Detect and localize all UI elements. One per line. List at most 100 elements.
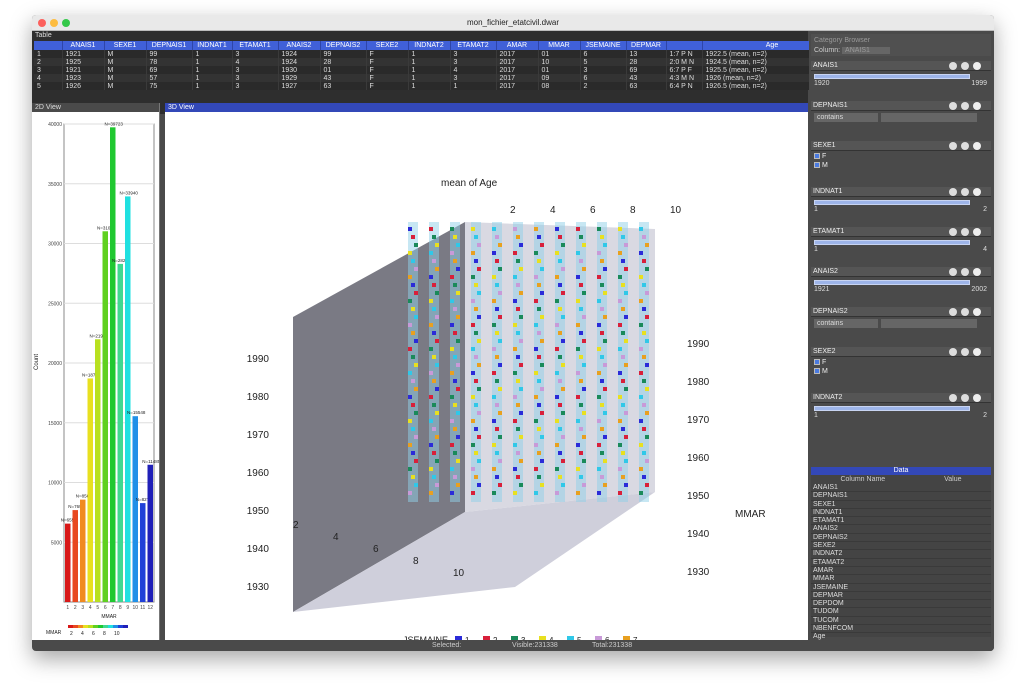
row-index-header[interactable] xyxy=(34,41,63,50)
table-header-depmar[interactable]: DEPMAR xyxy=(626,41,667,50)
table-header-anais1[interactable]: ANAIS1 xyxy=(62,41,105,50)
filter-option[interactable]: M xyxy=(814,162,828,169)
data-row[interactable]: DEPMAR xyxy=(811,592,991,601)
bar[interactable] xyxy=(125,196,131,602)
data-row[interactable]: SEXE1 xyxy=(811,501,991,509)
table-header-blank[interactable] xyxy=(666,41,703,50)
table-header-jsemaine[interactable]: JSEMAINE xyxy=(580,41,627,50)
filter-text-input[interactable] xyxy=(881,113,977,122)
bar[interactable] xyxy=(65,523,71,602)
data-row[interactable]: TUDOM xyxy=(811,608,991,617)
zoom-window-button[interactable] xyxy=(62,19,70,27)
close-icon[interactable] xyxy=(973,394,981,402)
disable-icon[interactable] xyxy=(961,308,969,316)
bar[interactable] xyxy=(80,499,86,602)
close-icon[interactable] xyxy=(973,102,981,110)
table-row[interactable]: 5 1926 M 75 1 3 1927 63 F 1 1 2017 08 2 63 6:4 P N 1926.… xyxy=(34,82,843,90)
table-header-depnais1[interactable]: DEPNAIS1 xyxy=(146,41,193,50)
bar[interactable] xyxy=(140,503,146,602)
data-row[interactable]: TUCOM xyxy=(811,617,991,626)
match-mode-select[interactable]: contains xyxy=(814,319,878,328)
disable-icon[interactable] xyxy=(961,268,969,276)
data-row[interactable]: ANAIS2 xyxy=(811,525,991,534)
disable-icon[interactable] xyxy=(961,348,969,356)
invert-icon[interactable] xyxy=(949,188,957,196)
disable-icon[interactable] xyxy=(961,394,969,402)
close-icon[interactable] xyxy=(973,62,981,70)
disable-icon[interactable] xyxy=(961,228,969,236)
data-row[interactable]: DEPNAIS1 xyxy=(811,492,991,501)
close-icon[interactable] xyxy=(973,268,981,276)
data-row[interactable]: SEXE2 xyxy=(811,542,991,551)
table-header-sexe1[interactable]: SEXE1 xyxy=(104,41,147,50)
bar[interactable] xyxy=(117,263,124,602)
checkbox[interactable] xyxy=(814,153,820,160)
data-row[interactable]: MMAR xyxy=(811,575,991,584)
bar[interactable] xyxy=(110,127,116,602)
point-column[interactable] xyxy=(639,222,649,502)
data-row[interactable]: AMAR xyxy=(811,567,991,576)
column-select[interactable]: ANAIS1 xyxy=(842,47,890,54)
table-row[interactable]: 2 1925 M 78 1 4 1924 28 F 1 3 2017 10 5 28 2:0 M N 1924.… xyxy=(34,58,843,66)
invert-icon[interactable] xyxy=(949,62,957,70)
point-column[interactable] xyxy=(492,222,502,502)
data-row[interactable]: ETAMAT1 xyxy=(811,517,991,526)
point-column[interactable] xyxy=(513,222,523,502)
disable-icon[interactable] xyxy=(961,188,969,196)
checkbox[interactable] xyxy=(814,368,820,375)
data-row[interactable]: DEPDOM xyxy=(811,600,991,609)
range-slider[interactable] xyxy=(814,74,970,79)
point-column[interactable] xyxy=(618,222,628,502)
scatter-3d-chart[interactable]: 1930 1930 1940 1940 1950 1950 1960 1960 1970 1970… xyxy=(165,112,808,650)
table-header-sexe2[interactable]: SEXE2 xyxy=(366,41,409,50)
disable-icon[interactable] xyxy=(961,62,969,70)
table-row[interactable]: 4 1923 M 57 1 3 1929 43 F 1 3 2017 09 6 43 4:3 M N 1926 … xyxy=(34,74,843,82)
filter-option[interactable]: M xyxy=(814,368,828,375)
range-slider[interactable] xyxy=(814,406,970,411)
checkbox[interactable] xyxy=(814,162,820,169)
filter-text-input[interactable] xyxy=(881,319,977,328)
table-header-etamat1[interactable]: ETAMAT1 xyxy=(232,41,279,50)
table-header-indnat2[interactable]: INDNAT2 xyxy=(408,41,451,50)
table-header-mmar[interactable]: MMAR xyxy=(538,41,581,50)
table-row[interactable]: 1 1921 M 99 1 3 1924 99 F 1 3 2017 01 6 13 1:7 P N 1922.… xyxy=(34,50,843,58)
data-row[interactable]: NBENFCOM xyxy=(811,625,991,634)
range-slider[interactable] xyxy=(814,280,970,285)
invert-icon[interactable] xyxy=(949,142,957,150)
table-header-depnais2[interactable]: DEPNAIS2 xyxy=(320,41,367,50)
disable-icon[interactable] xyxy=(961,102,969,110)
close-icon[interactable] xyxy=(973,142,981,150)
checkbox[interactable] xyxy=(814,359,820,366)
table-header-anais2[interactable]: ANAIS2 xyxy=(278,41,321,50)
bar[interactable] xyxy=(132,416,139,602)
range-slider[interactable] xyxy=(814,240,970,245)
data-table[interactable]: ANAIS1 SEXE1 DEPNAIS1 INDNAT1 ETAMAT1 ANAIS2 D… xyxy=(34,41,843,90)
point-column[interactable] xyxy=(534,222,544,502)
table-row[interactable]: 3 1921 M 69 1 3 1930 01 F 1 4 2017 01 3 69 6:7 P F 1925.… xyxy=(34,66,843,74)
invert-icon[interactable] xyxy=(949,308,957,316)
bar-chart[interactable]: 5000 10000 15000 20000 25000 30000 35000 40000 N… xyxy=(32,112,159,650)
range-slider[interactable] xyxy=(814,200,970,205)
point-column[interactable] xyxy=(429,222,439,502)
table-header-amar[interactable]: AMAR xyxy=(496,41,539,50)
bar[interactable] xyxy=(95,339,101,602)
close-icon[interactable] xyxy=(973,228,981,236)
invert-icon[interactable] xyxy=(949,228,957,236)
close-icon[interactable] xyxy=(973,308,981,316)
data-row[interactable]: DEPNAIS2 xyxy=(811,534,991,543)
data-row[interactable]: JSEMAINE xyxy=(811,584,991,592)
invert-icon[interactable] xyxy=(949,102,957,110)
point-column[interactable] xyxy=(471,222,481,502)
close-icon[interactable] xyxy=(973,348,981,356)
invert-icon[interactable] xyxy=(949,268,957,276)
invert-icon[interactable] xyxy=(949,348,957,356)
invert-icon[interactable] xyxy=(949,394,957,402)
data-row[interactable]: ETAMAT2 xyxy=(811,559,991,567)
disable-icon[interactable] xyxy=(961,142,969,150)
point-column[interactable] xyxy=(576,222,586,502)
point-column[interactable] xyxy=(450,222,460,502)
bar[interactable] xyxy=(147,464,154,602)
filter-option[interactable]: F xyxy=(814,153,826,160)
bar[interactable] xyxy=(87,378,94,602)
table-header-indnat1[interactable]: INDNAT1 xyxy=(192,41,233,50)
